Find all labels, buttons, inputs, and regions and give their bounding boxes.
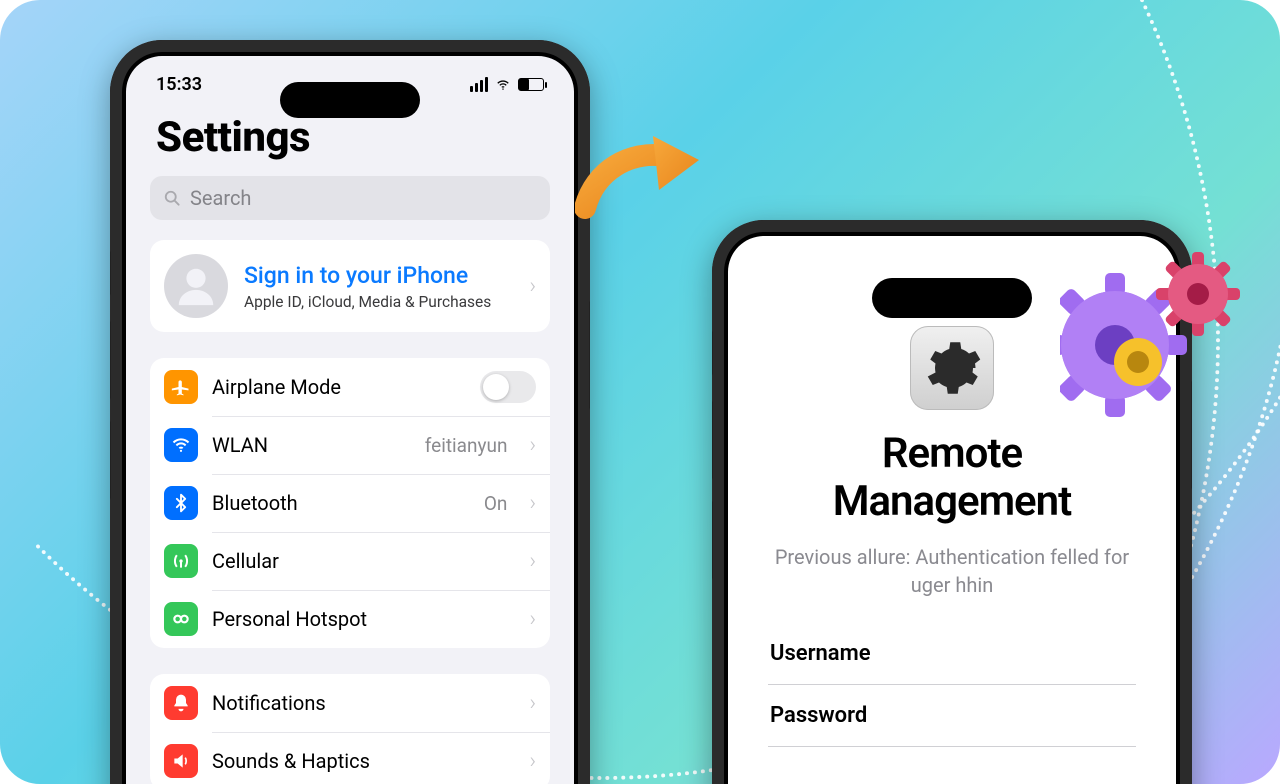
chevron-right-icon: ›: [529, 607, 536, 632]
search-placeholder: Search: [190, 186, 251, 210]
chevron-right-icon: ›: [529, 691, 536, 716]
signin-title: Sign in to your iPhone: [244, 262, 491, 289]
wifi-icon: [164, 428, 198, 462]
arrow-icon: [575, 130, 705, 230]
cellular-signal-icon: [470, 77, 488, 92]
settings-app-icon: [910, 326, 994, 410]
row-bluetooth[interactable]: Bluetooth On ›: [150, 474, 550, 532]
signin-card[interactable]: Sign in to your iPhone Apple ID, iCloud,…: [150, 240, 550, 332]
person-icon: [173, 263, 219, 309]
airplane-toggle[interactable]: [480, 371, 536, 403]
search-input[interactable]: Search: [150, 176, 550, 220]
bluetooth-icon: [164, 486, 198, 520]
dynamic-island: [280, 82, 420, 118]
remote-management-title: RemoteManagement: [728, 430, 1176, 527]
row-airplane-mode[interactable]: Airplane Mode: [150, 358, 550, 416]
row-label: Notifications: [212, 691, 326, 715]
signin-subtitle: Apple ID, iCloud, Media & Purchases: [244, 293, 491, 311]
row-label: Bluetooth: [212, 491, 298, 515]
promo-canvas: 15:33 Settings Search Sign in to your iP…: [0, 0, 1280, 784]
row-value: feitianyun: [425, 434, 508, 457]
wifi-icon: [494, 78, 512, 92]
bell-icon: [164, 686, 198, 720]
row-notifications[interactable]: Notifications ›: [150, 674, 550, 732]
search-icon: [162, 188, 182, 208]
phone-remote-management-mockup: RemoteManagement Previous allure: Authen…: [712, 220, 1192, 784]
dynamic-island: [872, 278, 1032, 318]
row-cellular[interactable]: Cellular ›: [150, 532, 550, 590]
chevron-right-icon: ›: [529, 749, 536, 774]
phone-settings-mockup: 15:33 Settings Search Sign in to your iP…: [110, 40, 590, 784]
row-value: On: [484, 492, 508, 515]
settings-group-alerts: Notifications › Sounds & Haptics ›: [150, 674, 550, 784]
gear-icon: [922, 338, 982, 398]
status-time: 15:33: [156, 74, 202, 95]
chevron-right-icon: ›: [529, 549, 536, 574]
row-label: Personal Hotspot: [212, 607, 367, 631]
remote-management-subtitle: Previous allure: Authentication felled f…: [728, 527, 1176, 623]
row-label: Cellular: [212, 549, 279, 573]
chevron-right-icon: ›: [529, 433, 536, 458]
row-wlan[interactable]: WLAN feitianyun ›: [150, 416, 550, 474]
speaker-icon: [164, 744, 198, 778]
row-label: Sounds & Haptics: [212, 749, 370, 773]
password-field[interactable]: Password: [768, 685, 1136, 747]
chevron-right-icon: ›: [529, 491, 536, 516]
battery-icon: [518, 78, 544, 91]
cellular-icon: [164, 544, 198, 578]
row-label: WLAN: [212, 433, 268, 457]
airplane-icon: [164, 370, 198, 404]
chevron-right-icon: ›: [529, 274, 536, 299]
hotspot-icon: [164, 602, 198, 636]
row-personal-hotspot[interactable]: Personal Hotspot ›: [150, 590, 550, 648]
username-field[interactable]: Username: [768, 623, 1136, 685]
row-label: Airplane Mode: [212, 375, 341, 399]
avatar: [164, 254, 228, 318]
row-sounds-haptics[interactable]: Sounds & Haptics ›: [150, 732, 550, 784]
settings-group-connectivity: Airplane Mode WLAN feitianyun › Bluetoot…: [150, 358, 550, 648]
